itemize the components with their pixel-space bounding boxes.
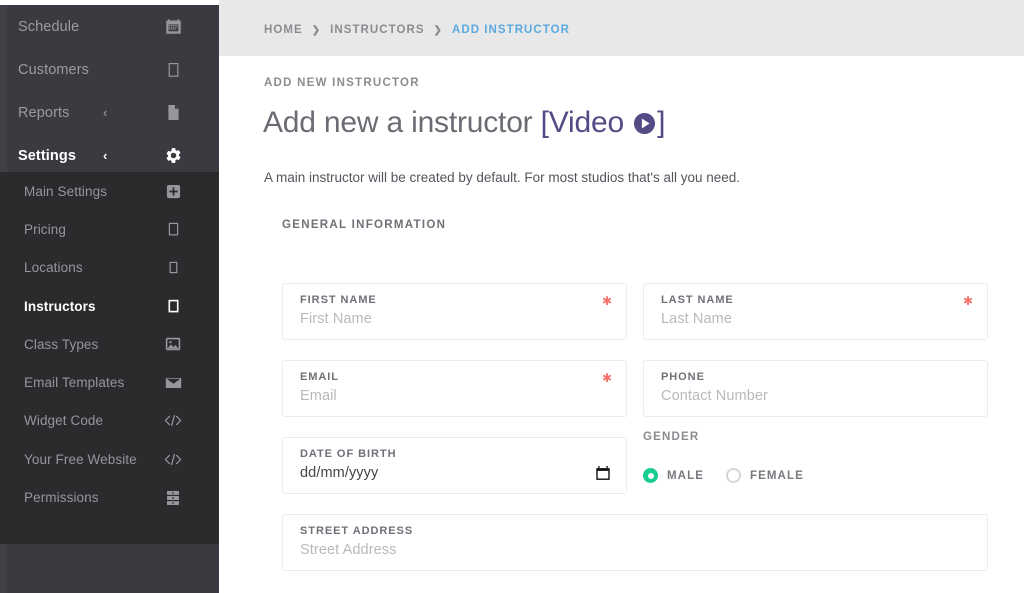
form-row-address: STREET ADDRESS Street Address: [282, 514, 1024, 571]
sidebar-item-email-templates[interactable]: Email Templates: [0, 363, 219, 401]
code-icon: [164, 412, 182, 430]
section-heading-general-information: GENERAL INFORMATION: [282, 219, 446, 231]
email-input[interactable]: Email: [300, 388, 612, 404]
email-field[interactable]: EMAIL ✱ Email: [282, 360, 627, 417]
page-title: Add new a instructor [Video ]: [263, 106, 665, 143]
user-square-icon: [164, 61, 182, 79]
gender-option-label: MALE: [667, 470, 704, 482]
street-address-label: STREET ADDRESS: [300, 525, 973, 537]
sidebar-item-label: Email Templates: [24, 375, 124, 390]
sidebar-item-your-free-website[interactable]: Your Free Website: [0, 440, 219, 478]
plus-square-icon: [164, 182, 182, 200]
radio-unselected-icon: [726, 468, 741, 483]
sidebar-item-label: Class Types: [24, 337, 98, 352]
required-star-icon: ✱: [963, 295, 973, 307]
date-of-birth-label: DATE OF BIRTH: [300, 448, 612, 460]
sidebar-item-customers[interactable]: Customers: [0, 48, 219, 91]
sidebar-item-label: Widget Code: [24, 413, 103, 428]
street-address-field[interactable]: STREET ADDRESS Street Address: [282, 514, 988, 571]
last-name-label: LAST NAME: [661, 294, 973, 306]
sidebar-item-label: Reports: [18, 105, 69, 121]
sidebar-main-nav: Schedule Customers: [0, 5, 219, 177]
gender-radio-group: MALE FEMALE: [643, 468, 988, 483]
gender-option-male[interactable]: MALE: [643, 468, 704, 483]
sidebar-item-label: Instructors: [24, 299, 96, 314]
phone-label: PHONE: [661, 371, 973, 383]
breadcrumb-item-instructors[interactable]: INSTRUCTORS: [330, 24, 424, 36]
sidebar-item-schedule[interactable]: Schedule: [0, 5, 219, 48]
chevron-left-icon: ‹: [103, 106, 107, 119]
sidebar-item-label: Main Settings: [24, 184, 107, 199]
person-square-icon: [164, 297, 182, 315]
document-icon: [164, 104, 182, 122]
sidebar: Schedule Customers: [0, 0, 219, 593]
sidebar-item-permissions[interactable]: Permissions: [0, 478, 219, 516]
first-name-label: FIRST NAME: [300, 294, 612, 306]
breadcrumb-item-add-instructor[interactable]: ADD INSTRUCTOR: [452, 24, 570, 36]
play-circle-icon: [633, 109, 656, 143]
chevron-right-icon: ❯: [434, 25, 443, 36]
form-row-dob-gender: DATE OF BIRTH dd/mm/yyyy GENDER: [282, 437, 1024, 494]
video-link-bracket-close: ]: [657, 106, 665, 139]
sidebar-item-label: Permissions: [24, 490, 99, 505]
sidebar-item-class-types[interactable]: Class Types: [0, 325, 219, 363]
image-icon: [164, 335, 182, 353]
calendar-icon: [164, 18, 182, 36]
sidebar-item-label: Settings: [18, 148, 76, 164]
date-of-birth-field[interactable]: DATE OF BIRTH dd/mm/yyyy: [282, 437, 627, 494]
app-root: Schedule Customers: [0, 0, 1024, 593]
gender-option-female[interactable]: FEMALE: [726, 468, 804, 483]
radio-selected-icon: [643, 468, 658, 483]
phone-input[interactable]: Contact Number: [661, 388, 973, 404]
gender-group: GENDER MALE FEMALE: [643, 431, 988, 483]
email-label: EMAIL: [300, 371, 612, 383]
code-icon: [164, 450, 182, 468]
sidebar-item-settings[interactable]: Settings ‹: [0, 134, 219, 177]
tag-square-icon: [164, 220, 182, 238]
sidebar-item-widget-code[interactable]: Widget Code: [0, 402, 219, 440]
required-star-icon: ✱: [602, 295, 612, 307]
page-eyebrow: ADD NEW INSTRUCTOR: [264, 77, 420, 89]
sidebar-item-label: Pricing: [24, 222, 66, 237]
breadcrumb: HOME ❯ INSTRUCTORS ❯ ADD INSTRUCTOR: [264, 24, 570, 36]
required-star-icon: ✱: [602, 372, 612, 384]
date-of-birth-input[interactable]: dd/mm/yyyy: [300, 465, 612, 481]
envelope-icon: [164, 374, 182, 392]
breadcrumb-item-home[interactable]: HOME: [264, 24, 303, 36]
pin-square-icon: [164, 259, 182, 277]
sidebar-item-label: Your Free Website: [24, 452, 137, 467]
page-title-text: Add new a instructor: [263, 106, 541, 139]
sidebar-item-label: Customers: [18, 62, 89, 78]
page-subtitle: A main instructor will be created by def…: [264, 170, 740, 185]
video-link[interactable]: [Video ]: [541, 106, 666, 139]
sidebar-item-main-settings[interactable]: Main Settings: [0, 172, 219, 210]
first-name-input[interactable]: First Name: [300, 311, 612, 327]
calendar-picker-icon[interactable]: [595, 465, 611, 481]
sidebar-item-instructors[interactable]: Instructors: [0, 287, 219, 325]
phone-field[interactable]: PHONE Contact Number: [643, 360, 988, 417]
main-content: HOME ❯ INSTRUCTORS ❯ ADD INSTRUCTOR ADD …: [219, 0, 1024, 593]
first-name-field[interactable]: FIRST NAME ✱ First Name: [282, 283, 627, 340]
form-row-name: FIRST NAME ✱ First Name LAST NAME ✱ Last…: [282, 283, 1024, 340]
gender-label: GENDER: [643, 431, 988, 443]
instructor-form: FIRST NAME ✱ First Name LAST NAME ✱ Last…: [282, 283, 1024, 583]
street-address-input[interactable]: Street Address: [300, 542, 973, 558]
gear-icon: [164, 147, 182, 165]
last-name-field[interactable]: LAST NAME ✱ Last Name: [643, 283, 988, 340]
sidebar-item-reports[interactable]: Reports ‹: [0, 91, 219, 134]
form-row-contact: EMAIL ✱ Email PHONE Contact Number: [282, 360, 1024, 417]
chevron-left-icon: ‹: [103, 149, 107, 162]
last-name-input[interactable]: Last Name: [661, 311, 973, 327]
sidebar-item-label: Schedule: [18, 19, 79, 35]
sidebar-submenu: Main Settings Pricing Locations: [0, 172, 219, 544]
sidebar-item-locations[interactable]: Locations: [0, 249, 219, 287]
sidebar-item-pricing[interactable]: Pricing: [0, 210, 219, 248]
gender-option-label: FEMALE: [750, 470, 804, 482]
sidebar-item-label: Locations: [24, 260, 83, 275]
server-icon: [164, 489, 182, 507]
chevron-right-icon: ❯: [312, 25, 321, 36]
video-link-text: [Video: [541, 106, 632, 139]
